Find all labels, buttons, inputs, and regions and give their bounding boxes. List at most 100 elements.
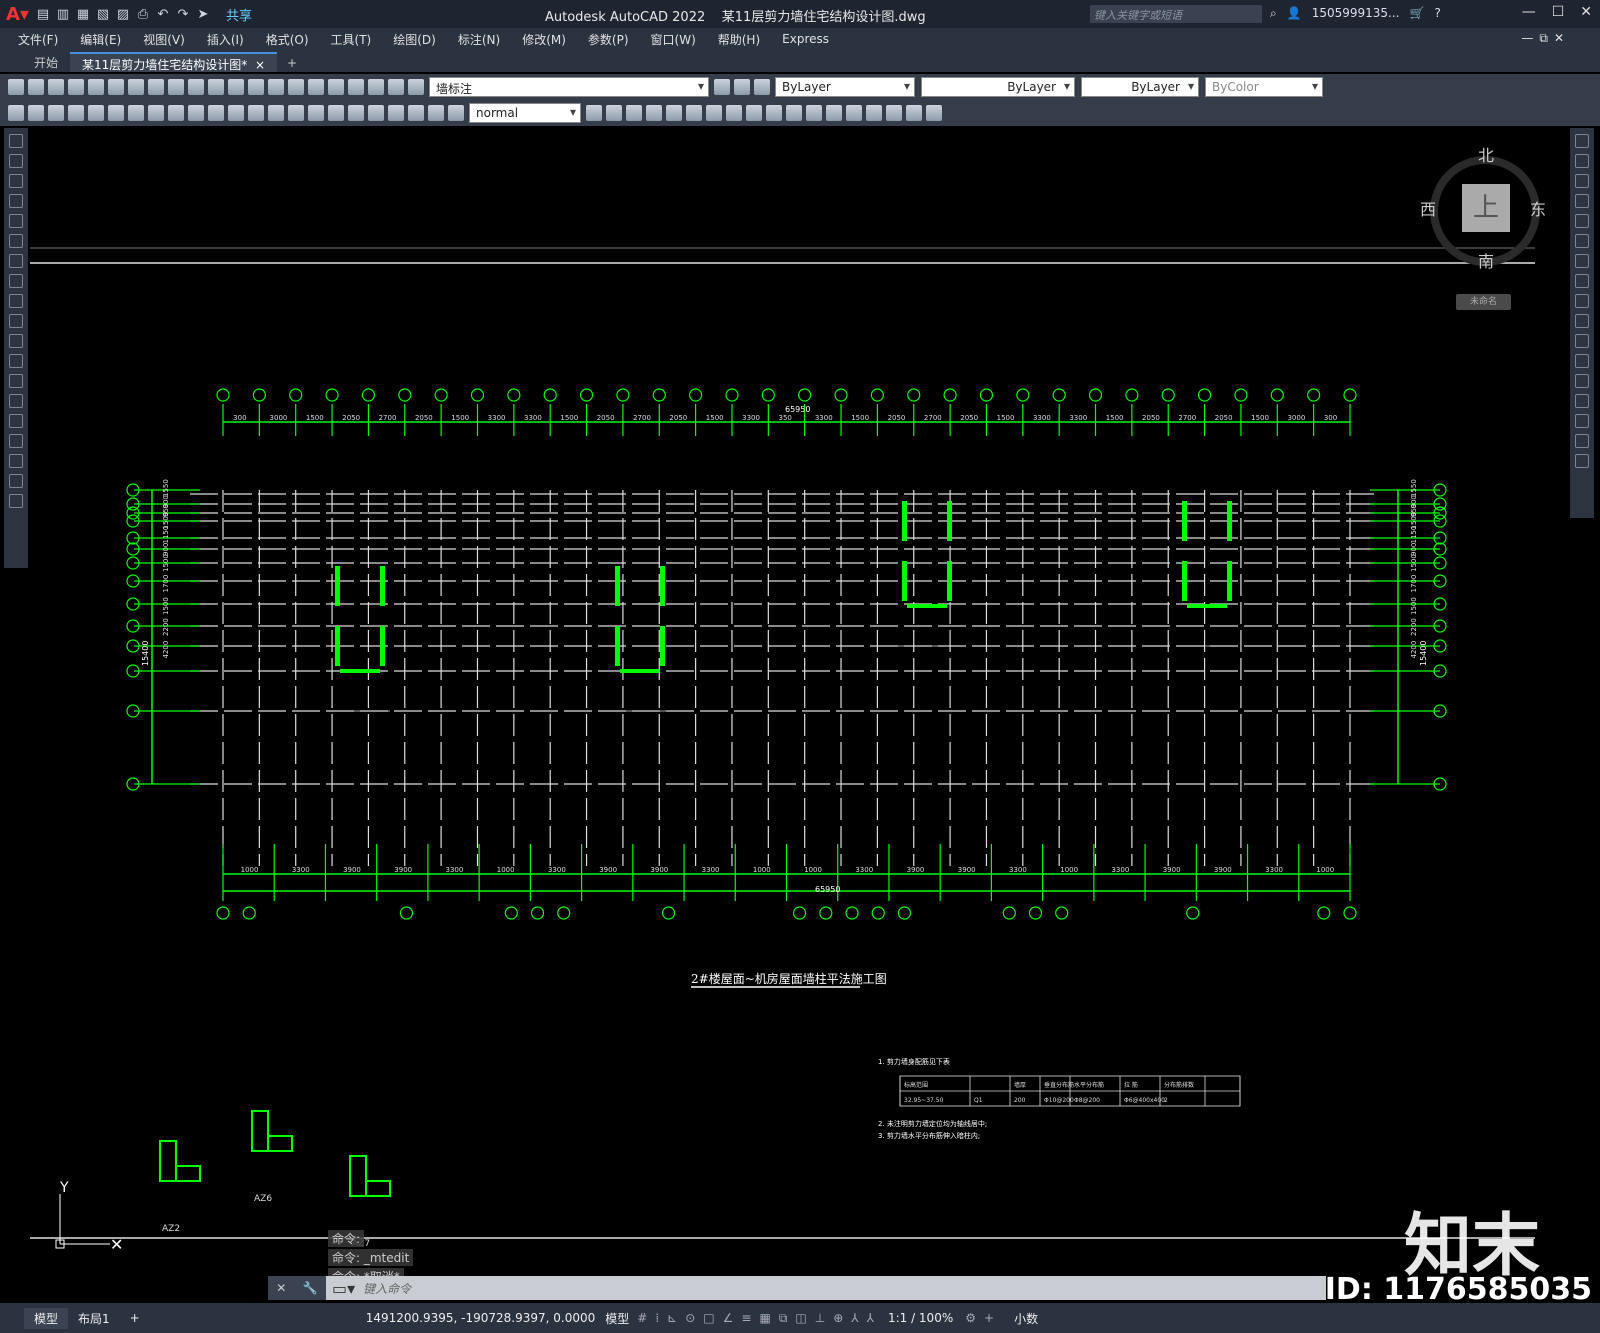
cart-icon[interactable]: 🛒 [1409,6,1424,21]
undo-icon[interactable]: ↶ [156,7,170,22]
join-icon[interactable] [1575,374,1589,388]
lineweight-select[interactable]: ByLayer [1081,77,1199,97]
view-front-icon[interactable] [606,105,622,121]
compass-west[interactable]: 西 [1420,196,1436,220]
wrench-icon[interactable]: 🔧 [303,1281,318,1295]
realistic-icon[interactable] [806,105,822,121]
block-icon[interactable] [28,105,44,121]
dynamic-ucs-icon[interactable]: ⊥ [815,1311,825,1326]
region-icon[interactable] [9,454,23,468]
tab-model[interactable]: 模型 [24,1307,69,1329]
arc-icon[interactable] [9,234,23,248]
xline-icon[interactable] [9,154,23,168]
erase-icon[interactable] [1575,134,1589,148]
add-layout-button[interactable]: + [120,1309,150,1327]
share-icon[interactable]: ➤ [196,7,210,22]
angular-dim-icon[interactable] [208,105,224,121]
table-icon[interactable] [9,474,23,488]
center-mark-icon[interactable] [348,105,364,121]
radius-dim-icon[interactable] [148,105,164,121]
plus-icon[interactable]: + [984,1311,994,1325]
publish-icon[interactable]: ▨ [116,7,130,22]
plotstyle-select[interactable]: ByColor [1205,77,1323,97]
point-icon[interactable] [9,394,23,408]
linetype-select[interactable]: ByLayer [921,77,1075,97]
menu-draw[interactable]: 绘图(D) [393,31,436,48]
share-button[interactable]: 共享 [226,5,252,24]
match-icon[interactable] [168,79,184,95]
help-icon[interactable] [388,79,404,95]
view-back-icon[interactable] [626,105,642,121]
baseline-dim-icon[interactable] [248,105,264,121]
tab-start[interactable]: 开始 [22,52,70,72]
zoom-icon[interactable] [248,79,264,95]
fillet-icon[interactable] [1575,414,1589,428]
design-center-icon[interactable] [308,79,324,95]
new-icon[interactable]: ▤ [36,7,50,22]
dim-update-icon[interactable] [448,105,464,121]
snap-icon[interactable]: ⁞ [655,1311,659,1326]
layer-match-icon[interactable] [754,79,770,95]
mirror-icon[interactable] [1575,174,1589,188]
revcloud-icon[interactable] [9,274,23,288]
auto-scale-icon[interactable]: ⅄ [867,1311,874,1326]
copy-icon[interactable] [1575,154,1589,168]
user-icon[interactable]: 👤 [1287,6,1302,21]
ucs-world-icon[interactable] [866,105,882,121]
spline-icon[interactable] [9,294,23,308]
match-prop-icon[interactable] [8,105,24,121]
new-tab-button[interactable]: + [277,54,307,72]
annotation-scale[interactable]: 1:1 / 100% [888,1311,953,1325]
view-right-icon[interactable] [666,105,682,121]
continue-dim-icon[interactable] [268,105,284,121]
save-icon[interactable] [48,79,64,95]
calc-icon[interactable] [368,79,384,95]
extend-icon[interactable] [1575,334,1589,348]
compass-north[interactable]: 北 [1478,142,1494,166]
command-input[interactable]: 键入命令 [355,1280,411,1297]
help-icon[interactable]: ? [1434,6,1440,21]
menu-parametric[interactable]: 参数(P) [588,31,629,48]
move-icon[interactable] [1575,234,1589,248]
compass-south[interactable]: 南 [1478,248,1494,272]
layer-previous-icon[interactable] [734,79,750,95]
space-dim-icon[interactable] [288,105,304,121]
polyline-icon[interactable] [9,174,23,188]
insert-block-icon[interactable] [9,354,23,368]
break-dim-icon[interactable] [308,105,324,121]
menu-insert[interactable]: 插入(I) [207,31,244,48]
grid-icon[interactable]: # [637,1311,647,1326]
array-icon[interactable] [1575,214,1589,228]
menu-dimension[interactable]: 标注(N) [458,31,500,48]
jogged-linear-icon[interactable] [388,105,404,121]
search-input[interactable]: 键入关键字或短语 [1090,5,1262,23]
linear-dim-icon[interactable] [68,105,84,121]
cut-icon[interactable] [108,79,124,95]
lineweight-icon[interactable]: ≡ [741,1311,751,1326]
new-icon[interactable] [8,79,24,95]
text-icon[interactable] [9,494,23,508]
dim-text-edit-icon[interactable] [428,105,444,121]
tolerance-icon[interactable] [328,105,344,121]
redo-icon[interactable]: ↷ [176,7,190,22]
ucs-menu-button[interactable]: 未命名 [1456,294,1511,310]
ellipse-icon[interactable] [9,314,23,328]
arc-dim-icon[interactable] [108,105,124,121]
quick-dim-icon[interactable] [228,105,244,121]
blend-icon[interactable] [1575,434,1589,448]
annotation-visibility-icon[interactable]: ⅄ [851,1311,858,1326]
ordinate-dim-icon[interactable] [128,105,144,121]
gradient-icon[interactable] [9,434,23,448]
ucs-object-icon[interactable] [926,105,942,121]
layer-select[interactable]: 墙标注 [429,77,709,97]
drawing-canvas[interactable]: 300 3000 1500 2050 2700 2050 1500 3300 3300 1500 2… [30,126,1562,1271]
close-icon[interactable]: ✕ [1580,4,1592,20]
trim-icon[interactable] [1575,314,1589,328]
viewcube[interactable]: 上 北 南 东 西 [1420,146,1548,274]
polygon-icon[interactable] [9,194,23,208]
inspect-icon[interactable] [368,105,384,121]
open-icon[interactable] [28,79,44,95]
tool-palette-icon[interactable] [328,79,344,95]
break-icon[interactable] [1575,354,1589,368]
layer-current-icon[interactable] [714,79,730,95]
